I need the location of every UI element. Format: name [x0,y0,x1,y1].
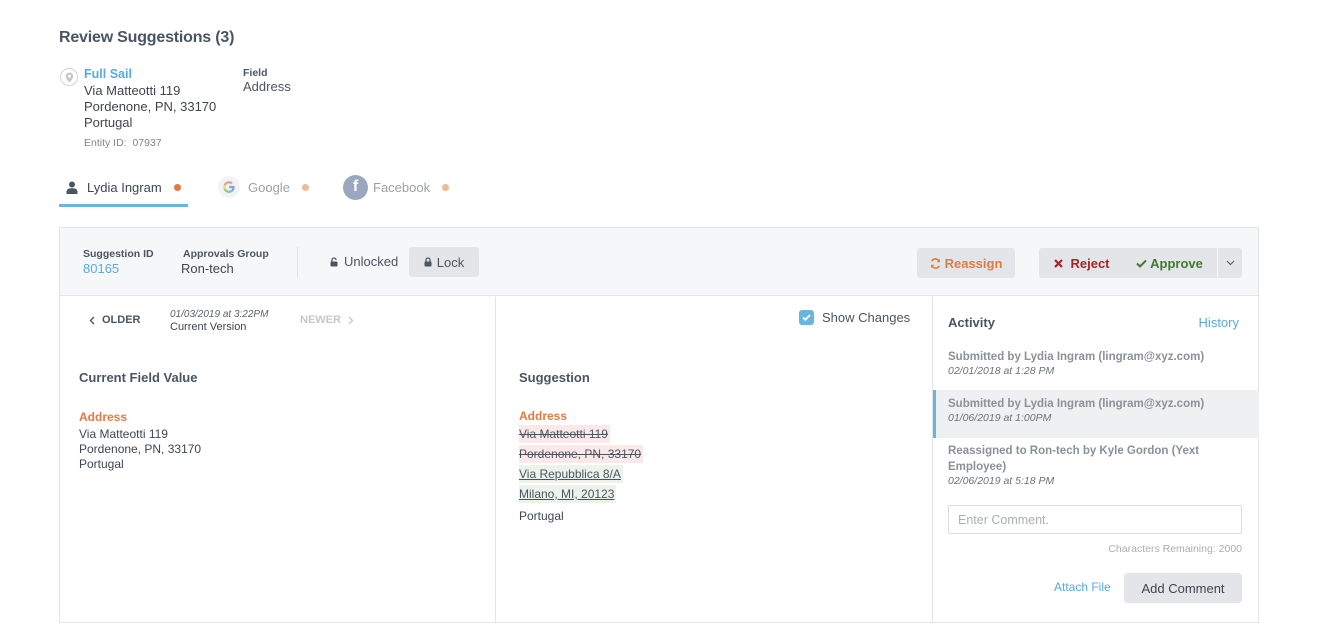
activity-item-selected[interactable]: Submitted by Lydia Ingram (lingram@xyz.c… [933,390,1259,438]
status-dot [442,183,450,191]
unchanged-line: Portugal [519,509,564,523]
added-text: Milano, MI, 20123 [519,485,617,503]
field-value: Address [243,79,291,94]
activity-text: Submitted by Lydia Ingram (lingram@xyz.c… [948,351,1205,363]
activity-title: Activity [948,315,995,330]
tab-google[interactable]: Google [218,168,309,206]
user-icon [66,181,78,194]
added-line: Via Repubblica 8/A [519,465,623,483]
add-comment-button[interactable]: Add Comment [1124,573,1242,603]
current-field-title: Current Field Value [79,370,198,385]
removed-line: Via Matteotti 119 [519,425,610,443]
current-address-line: Portugal [79,457,124,471]
check-icon [1136,259,1147,268]
version-date: 01/03/2019 at 3:22PM [170,309,269,320]
google-icon [218,176,240,198]
chevron-right-icon [348,316,354,325]
entity-address-line: Via Matteotti 119 [84,83,181,98]
show-changes-checkbox[interactable] [799,310,814,325]
lock-button[interactable]: Lock [409,247,479,277]
approve-button-label: Approve [1150,255,1203,271]
approve-options-button[interactable] [1218,248,1242,278]
location-pin-icon [60,68,78,86]
activity-date: 02/06/2019 at 5:18 PM [948,475,1055,487]
current-address-line: Via Matteotti 119 [79,427,168,441]
reject-button-label: Reject [1070,255,1110,271]
tab-label: Lydia Ingram [87,179,162,195]
tab-facebook[interactable]: f Facebook [343,168,450,206]
characters-remaining: Characters Remaining: 2000 [1108,543,1242,555]
suggestion-title: Suggestion [519,370,590,385]
suggestion-panel: Suggestion ID 80165 Approvals Group Ron-… [59,227,1259,623]
activity-text: Reassigned to Ron-tech by Kyle Gordon (Y… [948,445,1200,473]
show-changes-toggle[interactable]: Show Changes [799,310,910,325]
checkmark-icon [802,314,811,321]
older-button[interactable]: OLDER [89,314,141,326]
current-address-line: Pordenone, PN, 33170 [79,442,202,456]
activity-item[interactable]: Reassigned to Ron-tech by Kyle Gordon (Y… [933,443,1259,493]
added-text: Via Repubblica 8/A [519,465,623,483]
suggestion-address-label: Address [519,409,568,423]
added-line: Milano, MI, 20123 [519,485,617,503]
entity-name-link[interactable]: Full Sail [84,67,132,81]
facebook-icon: f [343,174,368,200]
approvals-group-value: Ron-tech [181,261,234,276]
current-address-label: Address [79,410,128,424]
header-divider [297,247,298,278]
reassign-button-label: Reassign [944,255,1003,271]
activity-text: Submitted by Lydia Ingram (lingram@xyz.c… [948,398,1205,410]
status-dot [173,183,181,191]
refresh-icon [930,257,941,269]
field-label: Field [243,67,268,79]
unlocked-icon [330,256,338,267]
activity-date: 01/06/2019 at 1:00PM [948,412,1052,424]
tab-lydia-ingram[interactable]: Lydia Ingram [66,168,181,206]
current-value-column: OLDER 01/03/2019 at 3:22PM Current Versi… [60,297,496,623]
removed-text: Via Matteotti 119 [519,425,610,443]
version-label: Current Version [170,321,247,333]
chevron-left-icon [89,316,95,325]
suggestion-id-link[interactable]: 80165 [83,261,119,276]
page-title: Review Suggestions (3) [59,29,235,46]
active-tab-indicator [59,204,188,207]
suggestion-column: Show Changes Suggestion Address Via Matt… [496,297,933,623]
newer-label: NEWER [300,314,341,326]
reject-button[interactable]: Reject [1039,248,1125,278]
lock-button-label: Lock [436,254,465,270]
entity-id-label: Entity ID: [84,137,127,149]
tab-label: Google [248,179,290,195]
newer-button[interactable]: NEWER [300,314,354,326]
suggestion-id-label: Suggestion ID [83,248,154,260]
attach-file-link[interactable]: Attach File [1054,580,1111,594]
lock-icon [424,257,432,267]
status-dot [301,183,309,191]
tab-label: Facebook [373,179,431,195]
removed-line: Pordenone, PN, 33170 [519,445,644,463]
chevron-down-icon [1226,260,1235,266]
approvals-group-label: Approvals Group [183,248,269,260]
entity-address-line: Pordenone, PN, 33170 [84,99,217,114]
x-icon [1054,258,1064,268]
lock-status: Unlocked [330,254,398,269]
activity-date: 02/01/2018 at 1:28 PM [948,365,1055,377]
show-changes-label: Show Changes [822,310,911,325]
history-link[interactable]: History [1199,315,1239,330]
activity-column: Activity History Submitted by Lydia Ingr… [933,297,1259,623]
entity-id-value: 07937 [132,137,162,149]
lock-status-text: Unlocked [344,254,399,269]
entity-id: Entity ID: 07937 [84,137,162,149]
panel-header: Suggestion ID 80165 Approvals Group Ron-… [60,228,1258,296]
entity-address-line: Portugal [84,115,133,130]
older-label: OLDER [102,314,141,326]
reassign-button[interactable]: Reassign [917,248,1015,278]
removed-text: Pordenone, PN, 33170 [519,445,644,463]
activity-item[interactable]: Submitted by Lydia Ingram (lingram@xyz.c… [933,349,1259,385]
comment-input[interactable] [948,505,1242,534]
approve-button[interactable]: Approve [1122,248,1217,278]
